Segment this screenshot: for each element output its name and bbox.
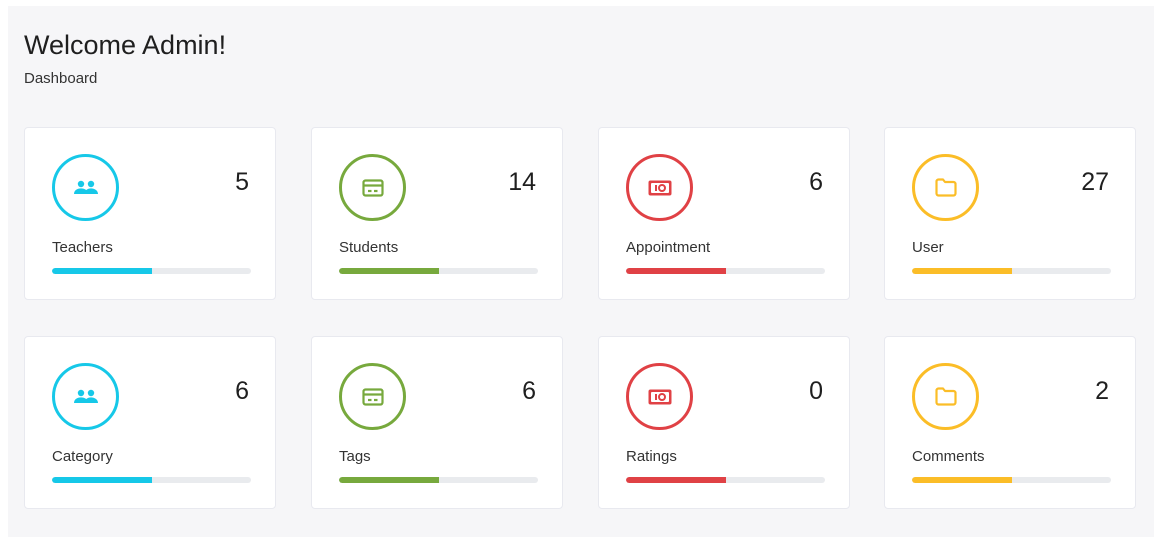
progress-fill — [626, 477, 726, 483]
money-icon — [626, 363, 693, 430]
progress-bar — [52, 268, 251, 274]
stat-card-category[interactable]: 6 Category — [24, 336, 276, 509]
progress-bar — [626, 477, 825, 483]
progress-bar — [912, 477, 1111, 483]
people-icon — [52, 363, 119, 430]
progress-bar — [339, 268, 538, 274]
stat-label: User — [912, 239, 944, 256]
dashboard-page: Welcome Admin! Dashboard 5 Teachers 14 S — [8, 6, 1154, 537]
progress-fill — [339, 268, 439, 274]
card-icon — [339, 154, 406, 221]
folder-icon — [912, 154, 979, 221]
progress-fill — [626, 268, 726, 274]
people-icon — [52, 154, 119, 221]
stat-label: Tags — [339, 448, 371, 465]
stat-card-students[interactable]: 14 Students — [311, 127, 563, 300]
progress-fill — [52, 268, 152, 274]
stat-card-user[interactable]: 27 User — [884, 127, 1136, 300]
stat-count: 6 — [809, 168, 823, 196]
stat-card-comments[interactable]: 2 Comments — [884, 336, 1136, 509]
stat-label: Comments — [912, 448, 985, 465]
progress-bar — [626, 268, 825, 274]
stat-count: 27 — [1081, 168, 1109, 196]
progress-fill — [912, 268, 1012, 274]
stat-card-tags[interactable]: 6 Tags — [311, 336, 563, 509]
stat-label: Appointment — [626, 239, 711, 256]
progress-bar — [339, 477, 538, 483]
stat-count: 0 — [809, 377, 823, 405]
stat-card-appointment[interactable]: 6 Appointment — [598, 127, 850, 300]
stat-count: 2 — [1095, 377, 1109, 405]
page-title: Welcome Admin! — [24, 30, 227, 60]
stat-label: Ratings — [626, 448, 677, 465]
stat-card-ratings[interactable]: 0 Ratings — [598, 336, 850, 509]
breadcrumb: Dashboard — [24, 70, 98, 87]
money-icon — [626, 154, 693, 221]
folder-icon — [912, 363, 979, 430]
progress-fill — [52, 477, 152, 483]
stat-count: 5 — [235, 168, 249, 196]
card-icon — [339, 363, 406, 430]
stat-count: 6 — [522, 377, 536, 405]
stat-label: Students — [339, 239, 399, 256]
stat-count: 14 — [508, 168, 536, 196]
progress-fill — [912, 477, 1012, 483]
progress-fill — [339, 477, 439, 483]
progress-bar — [52, 477, 251, 483]
stat-count: 6 — [235, 377, 249, 405]
stat-label: Category — [52, 448, 113, 465]
stat-label: Teachers — [52, 239, 113, 256]
progress-bar — [912, 268, 1111, 274]
stat-card-teachers[interactable]: 5 Teachers — [24, 127, 276, 300]
